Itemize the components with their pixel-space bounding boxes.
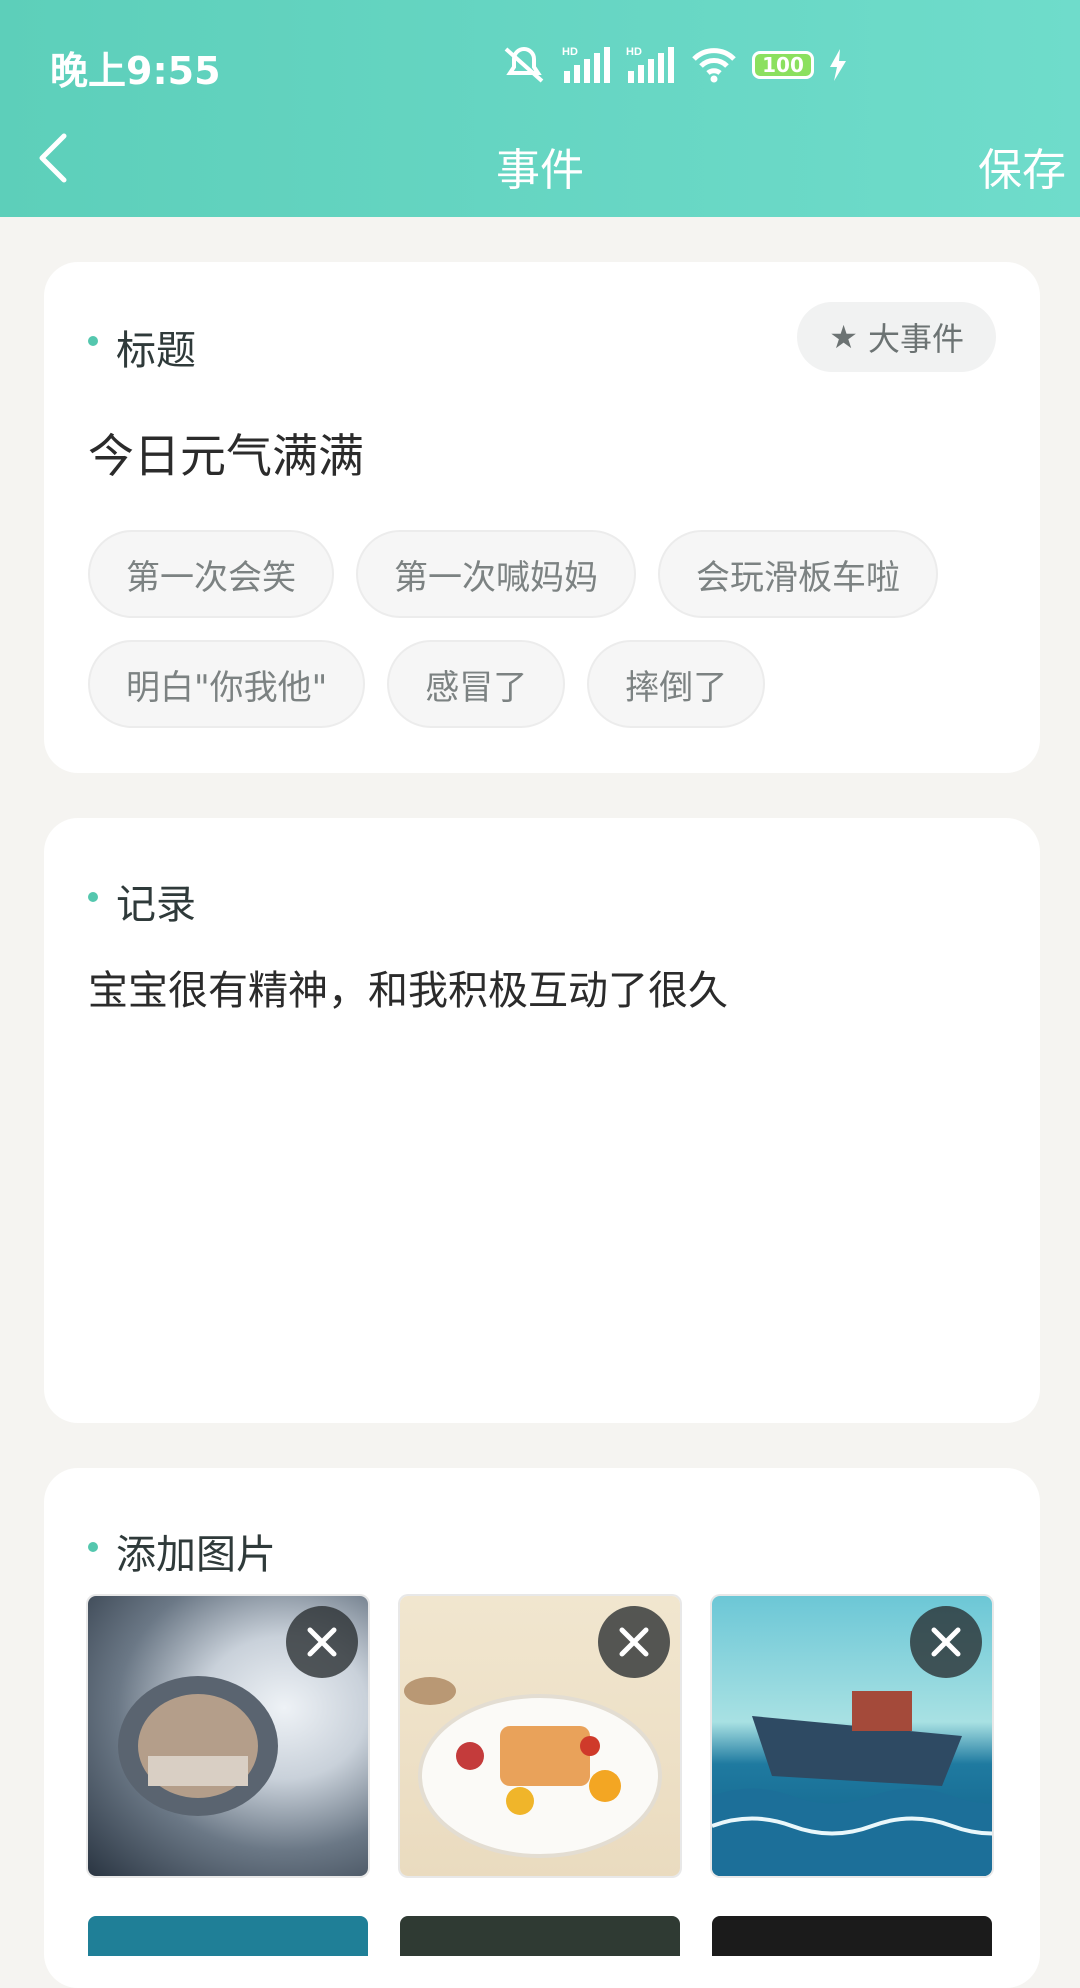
status-icons: HD HD 100: [500, 40, 848, 90]
wifi-icon: [692, 48, 736, 83]
save-button[interactable]: 保存: [978, 134, 1066, 198]
photo-card: 添加图片: [44, 1468, 1040, 1988]
svg-text:HD: HD: [626, 46, 642, 58]
page-title: 事件: [496, 145, 584, 196]
title-input[interactable]: 今日元气满满: [88, 420, 364, 486]
photo-grid: [88, 1596, 992, 1876]
close-icon: [619, 1627, 649, 1657]
photo-grid-row-2: [88, 1916, 992, 1956]
photo-thumbnail[interactable]: [712, 1916, 992, 1956]
tag-chip[interactable]: 摔倒了: [587, 640, 766, 728]
remove-photo-button[interactable]: [286, 1606, 358, 1678]
star-icon: ★: [829, 318, 858, 356]
top-bar: 晚上9:55 HD HD 100 事件 保存: [0, 0, 1080, 217]
record-textarea[interactable]: 宝宝很有精神，和我积极互动了很久: [88, 958, 728, 1016]
photo-section-label: 添加图片: [116, 1532, 276, 1578]
close-icon: [307, 1627, 337, 1657]
capsule-pod-image[interactable]: [88, 1596, 368, 1876]
title-card: 标题 ★ 大事件 今日元气满满 第一次会笑 第一次喊妈妈 会玩滑板车啦 明白"你…: [44, 262, 1040, 773]
mute-icon: [504, 47, 544, 83]
photo-thumbnail[interactable]: [400, 1916, 680, 1956]
status-time: 晚上9:55: [50, 49, 221, 93]
fishing-boat-image[interactable]: [712, 1596, 992, 1876]
hd-signal-icon: HD: [626, 46, 674, 83]
title-section-label: 标题: [116, 328, 196, 374]
tag-chip[interactable]: 第一次喊妈妈: [356, 530, 636, 618]
hd-signal-icon: HD: [562, 46, 610, 83]
record-card: 记录 宝宝很有精神，和我积极互动了很久: [44, 818, 1040, 1423]
big-event-toggle[interactable]: ★ 大事件: [797, 302, 996, 372]
record-section-label: 记录: [116, 882, 196, 928]
tag-chip[interactable]: 明白"你我他": [88, 640, 366, 728]
close-icon: [931, 1627, 961, 1657]
remove-photo-button[interactable]: [598, 1606, 670, 1678]
battery-icon: 100: [752, 51, 814, 79]
breakfast-plate-image[interactable]: [400, 1596, 680, 1876]
photo-thumbnail[interactable]: [88, 1916, 368, 1956]
charging-icon: [830, 49, 846, 81]
tag-chip[interactable]: 会玩滑板车啦: [658, 530, 938, 618]
tag-list: 第一次会笑 第一次喊妈妈 会玩滑板车啦 明白"你我他" 感冒了 摔倒了: [88, 530, 1008, 728]
svg-text:HD: HD: [562, 46, 578, 58]
tag-chip[interactable]: 感冒了: [387, 640, 566, 728]
tag-chip[interactable]: 第一次会笑: [88, 530, 334, 618]
big-event-label: 大事件: [867, 320, 964, 358]
remove-photo-button[interactable]: [910, 1606, 982, 1678]
